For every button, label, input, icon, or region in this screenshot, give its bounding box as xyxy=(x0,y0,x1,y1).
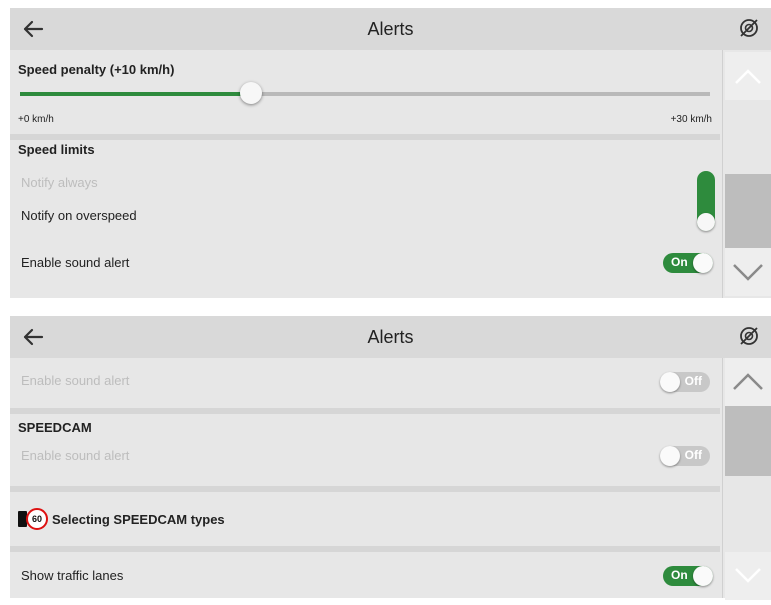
top-bar: Alerts xyxy=(10,316,771,358)
gps-off-icon[interactable] xyxy=(737,324,761,348)
scroll-up-button[interactable] xyxy=(725,358,771,406)
scroll-down-button[interactable] xyxy=(725,552,771,600)
sound-alert-toggle[interactable]: On xyxy=(663,253,713,273)
page-title: Alerts xyxy=(367,327,414,347)
slider-min-label: +0 km/h xyxy=(18,114,54,125)
toggle-knob xyxy=(660,446,680,466)
toggle-state: Off xyxy=(684,374,702,388)
scroll-down-button[interactable] xyxy=(725,248,771,296)
speed-penalty-slider-handle[interactable] xyxy=(240,82,262,104)
chevron-down-icon xyxy=(735,568,761,583)
toggle-knob xyxy=(660,372,680,392)
speedcam-sound-label: Enable sound alert xyxy=(21,448,130,463)
speed-penalty-slider-track[interactable] xyxy=(20,82,710,104)
gps-off-icon[interactable] xyxy=(737,16,761,40)
page-title: Alerts xyxy=(367,19,414,39)
alerts-screen-1: Alerts Speed penalty (+10 km/h) +0 km/h … xyxy=(10,8,771,298)
speedcam-heading: SPEEDCAM xyxy=(18,420,92,435)
speed-limits-heading: Speed limits xyxy=(18,142,95,157)
speed-limits-section: Speed limits Notify always Notify on ove… xyxy=(10,140,720,236)
scrollbar[interactable] xyxy=(722,50,771,298)
sound-alert-label: Enable sound alert xyxy=(21,255,130,270)
speed-camera-icon: 60 xyxy=(18,508,50,530)
alerts-screen-2: Alerts Enable sound alert Off SPEEDCAM E… xyxy=(10,316,771,600)
traffic-lanes-toggle[interactable]: On xyxy=(663,566,713,586)
speed-penalty-section: Speed penalty (+10 km/h) +0 km/h +30 km/… xyxy=(10,50,720,134)
sound-alert-row[interactable]: Enable sound alert Off xyxy=(10,358,720,408)
toggle-knob xyxy=(693,253,713,273)
speed-penalty-label: Speed penalty (+10 km/h) xyxy=(18,62,175,77)
vertical-switch-knob xyxy=(697,213,715,231)
sound-alert-toggle[interactable]: Off xyxy=(660,372,710,392)
toggle-state: On xyxy=(671,255,688,269)
speedcam-types-row[interactable]: 60 Selecting SPEEDCAM types xyxy=(10,492,720,546)
scrollbar[interactable] xyxy=(722,358,771,600)
traffic-lanes-label: Show traffic lanes xyxy=(21,568,124,583)
notify-always-option[interactable]: Notify always xyxy=(21,175,98,190)
top-bar: Alerts xyxy=(10,8,771,50)
toggle-knob xyxy=(693,566,713,586)
speedcam-sound-toggle[interactable]: Off xyxy=(660,446,710,466)
speedcam-types-label: Selecting SPEEDCAM types xyxy=(52,512,225,527)
toggle-state: Off xyxy=(684,448,702,462)
traffic-lanes-row[interactable]: Show traffic lanes On xyxy=(10,552,720,598)
chevron-up-icon xyxy=(733,373,763,390)
speed-penalty-slider-fill xyxy=(20,92,250,96)
toggle-state: On xyxy=(671,568,688,582)
scroll-up-button[interactable] xyxy=(725,52,771,100)
notify-overspeed-option[interactable]: Notify on overspeed xyxy=(21,208,137,223)
scroll-thumb[interactable] xyxy=(725,174,771,250)
speed-limits-vertical-switch[interactable] xyxy=(697,171,715,231)
sound-alert-label: Enable sound alert xyxy=(21,373,130,388)
chevron-down-icon xyxy=(733,264,763,281)
scroll-thumb[interactable] xyxy=(725,406,771,476)
chevron-up-icon xyxy=(735,69,761,84)
sound-alert-row[interactable]: Enable sound alert On xyxy=(10,246,720,298)
speedcam-section: SPEEDCAM Enable sound alert Off xyxy=(10,414,720,486)
slider-max-label: +30 km/h xyxy=(670,114,712,125)
